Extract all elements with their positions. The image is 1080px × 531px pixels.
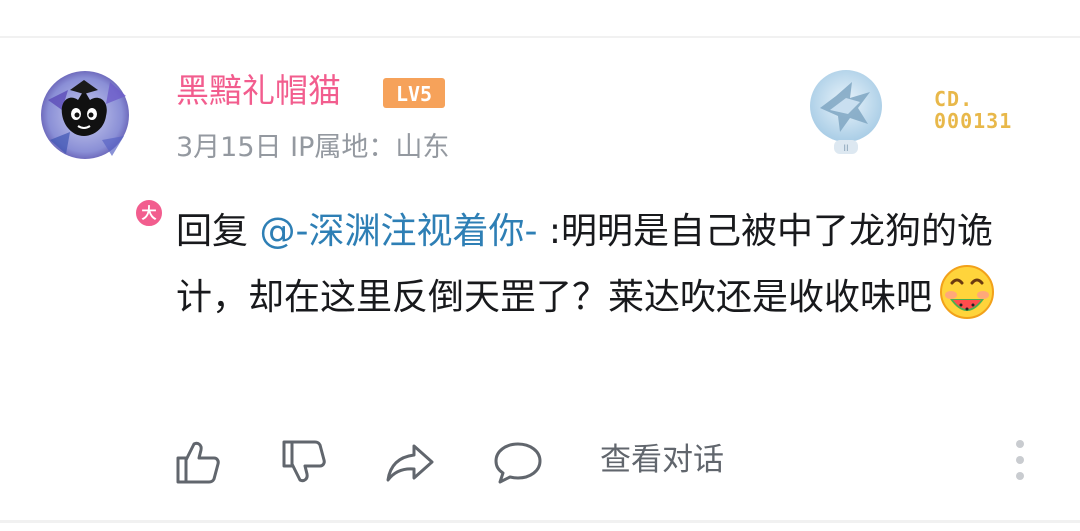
pendant-number: CD. 000131 — [934, 88, 1024, 132]
pendant-number-line1: CD. — [934, 87, 974, 111]
level-text: LV5 — [396, 82, 432, 106]
pendant-icon: II — [810, 70, 882, 154]
vip-badge: 大 — [133, 197, 165, 229]
svg-text:II: II — [843, 144, 848, 154]
view-conversation-button[interactable]: 查看对话 — [600, 438, 724, 482]
action-bar: 查看对话 — [0, 430, 1080, 490]
pendant-number-line2: 000131 — [934, 109, 1013, 133]
watermelon-emoji-icon — [940, 265, 995, 319]
dislike-icon[interactable] — [278, 436, 330, 488]
like-icon[interactable] — [172, 436, 224, 488]
more-options-icon[interactable] — [1008, 434, 1032, 486]
bottom-divider — [0, 520, 1080, 523]
top-divider — [0, 36, 1080, 38]
comment-icon[interactable] — [492, 436, 544, 488]
reply-prefix: 回复 — [176, 211, 260, 252]
mention-link[interactable]: @-深渊注视着你- — [259, 211, 537, 252]
comment-content: 回复 @-深渊注视着你- :明明是自己被中了龙狗的诡计，却在这里反倒天罡了？莱达… — [176, 200, 1036, 329]
level-badge-icon: LV5 — [383, 78, 445, 108]
avatar[interactable]: 大 — [40, 70, 165, 229]
username[interactable]: 黑黯礼帽猫 — [176, 68, 341, 114]
comment-page: 大 黑黯礼帽猫 LV5 3月15日 IP属地：山东 II CD. 000131 … — [0, 0, 1080, 531]
share-icon[interactable] — [384, 436, 436, 488]
comment-meta: 3月15日 IP属地：山东 — [176, 132, 450, 163]
avatar-image — [41, 71, 129, 159]
decoration-pendant[interactable]: II — [806, 68, 886, 158]
